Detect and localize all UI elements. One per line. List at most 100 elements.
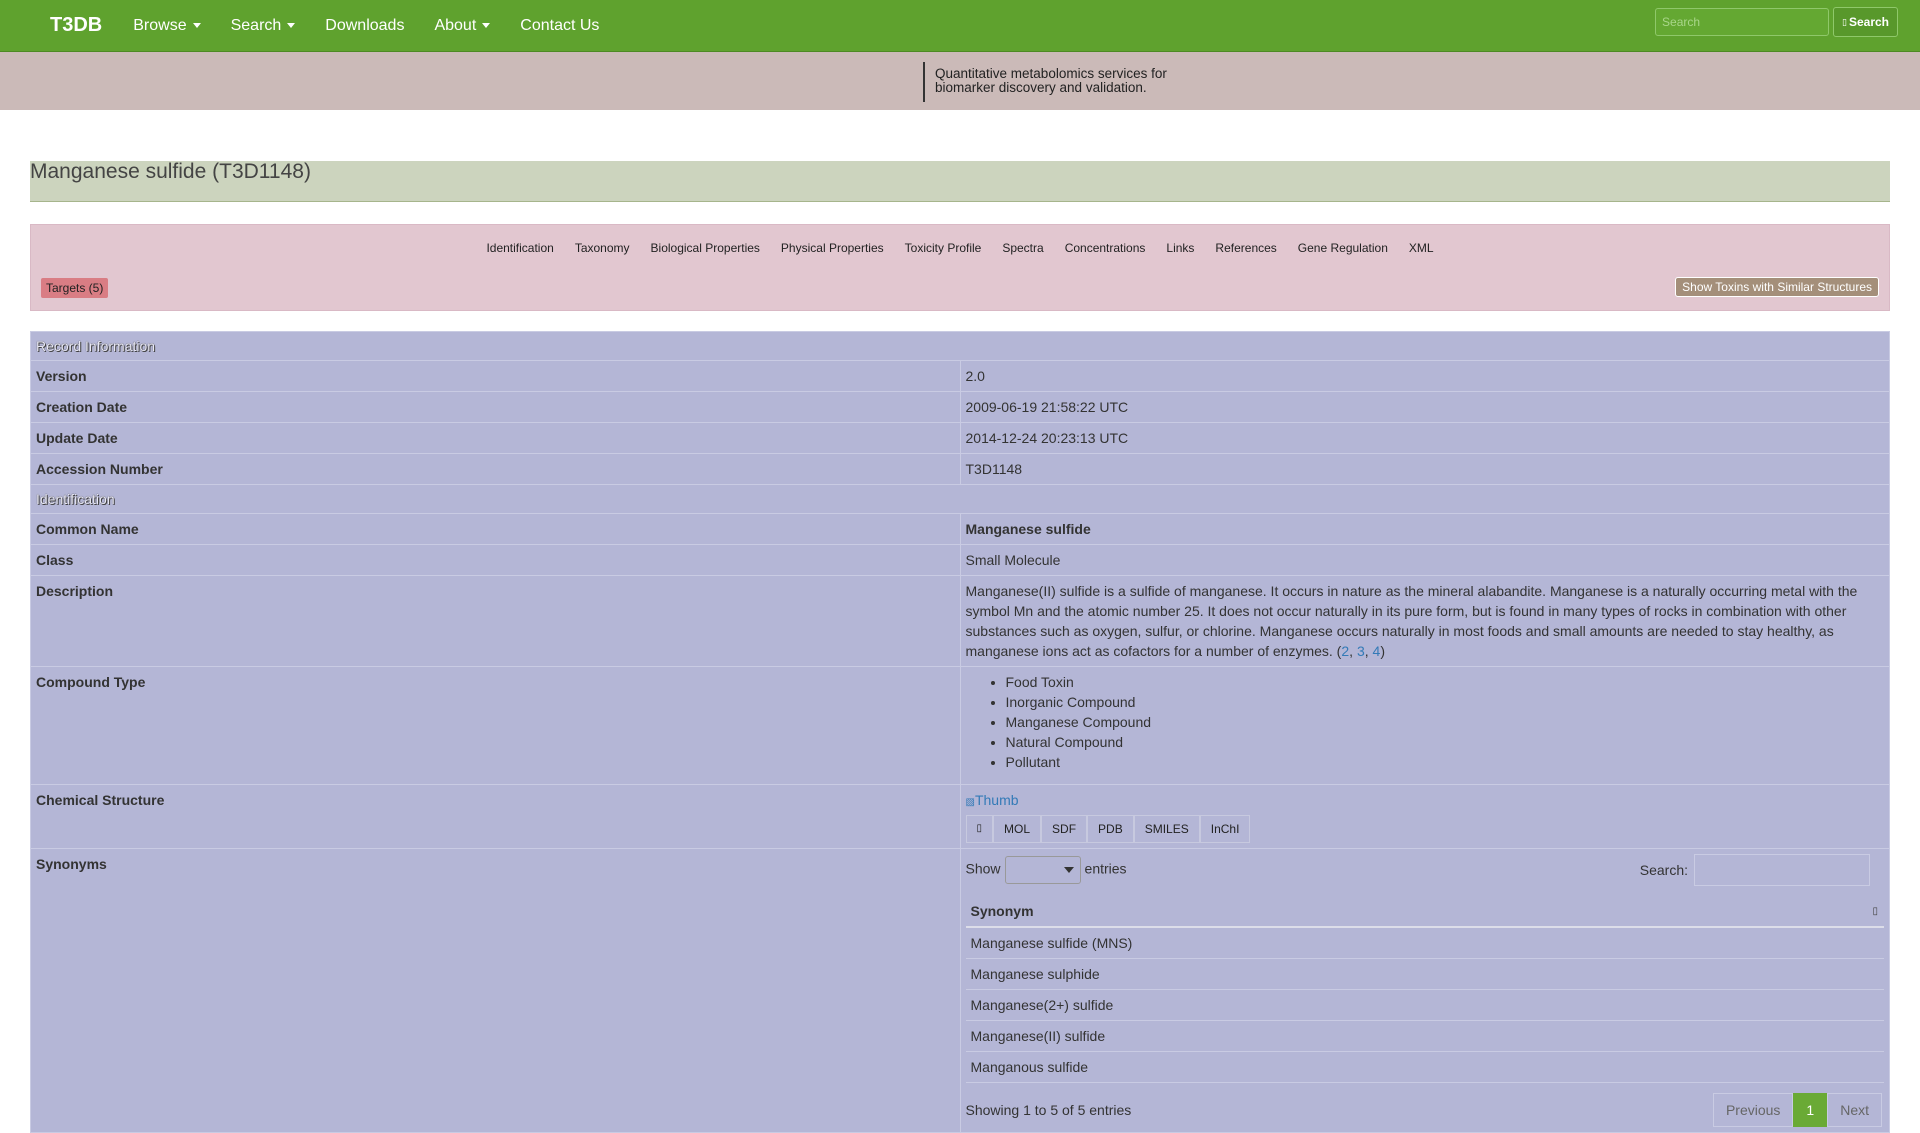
structure-thumbnail[interactable]: ▧Thumb <box>966 792 1019 808</box>
list-item: Manganese Compound <box>1006 712 1885 732</box>
table-row: Compound Type Food Toxin Inorganic Compo… <box>30 666 1890 785</box>
list-item: Pollutant <box>1006 752 1885 772</box>
synonym-cell: Manganese sulfide (MNS) <box>965 927 1884 959</box>
compound-type-list: Food Toxin Inorganic Compound Manganese … <box>966 672 1885 772</box>
nav-browse-label: Browse <box>133 16 187 34</box>
section-heading: Record Information <box>30 331 1890 361</box>
field-label: Update Date <box>30 422 961 454</box>
field-value: 2014-12-24 20:23:13 UTC <box>959 422 1890 454</box>
field-value: ▧Thumb ▯ MOL SDF PDB SMILES InChI <box>959 784 1890 849</box>
table-row: Manganese(2+) sulfide <box>965 989 1884 1021</box>
list-item: Inorganic Compound <box>1006 692 1885 712</box>
tab-biological-properties[interactable]: Biological Properties <box>640 241 770 255</box>
field-value: 2009-06-19 21:58:22 UTC <box>959 391 1890 423</box>
field-label: Description <box>30 575 961 667</box>
table-row: Manganese sulphide <box>965 958 1884 990</box>
content-wrapper: Manganese sulfide (T3D1148) Identificati… <box>30 161 1890 1133</box>
datatable-controls: Show entries Search: <box>966 854 1885 886</box>
field-label: Creation Date <box>30 391 961 423</box>
nav-contact-label: Contact Us <box>520 16 600 34</box>
nav-contact[interactable]: Contact Us <box>505 0 614 51</box>
field-value: 2.0 <box>959 360 1890 392</box>
table-search-input[interactable] <box>1694 854 1870 886</box>
field-label: Accession Number <box>30 453 961 485</box>
caret-down-icon <box>192 23 201 28</box>
tab-taxonomy[interactable]: Taxonomy <box>564 241 640 255</box>
table-row: Chemical Structure ▧Thumb ▯ MOL SDF PDB … <box>30 784 1890 849</box>
ref-link[interactable]: 3 <box>1357 643 1365 659</box>
caret-down-icon <box>287 23 296 28</box>
field-label: Class <box>30 544 961 576</box>
sdf-button[interactable]: SDF <box>1041 815 1088 843</box>
navbar-search-form: ▯Search <box>1655 7 1898 37</box>
tab-references[interactable]: References <box>1205 241 1287 255</box>
tab-concentrations[interactable]: Concentrations <box>1054 241 1156 255</box>
inchi-button[interactable]: InChI <box>1199 815 1251 843</box>
previous-page-button[interactable]: Previous <box>1712 1093 1794 1127</box>
synonym-cell: Manganese(II) sulfide <box>965 1020 1884 1052</box>
description-close: ) <box>1380 643 1385 659</box>
table-row: Manganese sulfide (MNS) <box>965 927 1884 959</box>
table-header-row: Synonym ▯ <box>965 896 1884 928</box>
table-row: Description Manganese(II) sulfide is a s… <box>30 575 1890 667</box>
field-value: Small Molecule <box>959 544 1890 576</box>
targets-button[interactable]: Targets (5) <box>41 278 109 298</box>
tab-links[interactable]: Links <box>1156 241 1205 255</box>
ref-link[interactable]: 2 <box>1341 643 1349 659</box>
section-row-identification: Identification <box>30 484 1890 514</box>
section-tabs: Identification Taxonomy Biological Prope… <box>31 241 1889 255</box>
smiles-button[interactable]: SMILES <box>1133 815 1200 843</box>
nav-downloads[interactable]: Downloads <box>310 0 419 51</box>
tab-xml[interactable]: XML <box>1398 241 1444 255</box>
next-page-button[interactable]: Next <box>1827 1093 1882 1127</box>
table-row: Manganese(II) sulfide <box>965 1020 1884 1052</box>
download-icon[interactable]: ▯ <box>965 815 994 843</box>
nav-downloads-label: Downloads <box>325 16 405 34</box>
tab-identification[interactable]: Identification <box>476 241 564 255</box>
description-text: Manganese(II) sulfide is a sulfide of ma… <box>965 583 1858 659</box>
field-label: Common Name <box>30 513 961 545</box>
entries-length-control: Show entries <box>966 856 1127 884</box>
pdb-button[interactable]: PDB <box>1087 815 1134 843</box>
tab-toxicity-profile[interactable]: Toxicity Profile <box>894 241 992 255</box>
nav-about[interactable]: About <box>419 0 505 51</box>
page-title: Manganese sulfide (T3D1148) <box>30 160 311 183</box>
nav-about-label: About <box>434 16 477 34</box>
similar-structures-button[interactable]: Show Toxins with Similar Structures <box>1675 277 1879 297</box>
pagination: Previous 1 Next <box>1712 1093 1882 1127</box>
tab-physical-properties[interactable]: Physical Properties <box>770 241 894 255</box>
synonyms-table: Synonym ▯ Manganese sulfide (MNS) Mangane… <box>965 896 1884 1083</box>
synonyms-cell: Show entries Search: Synonym ▯ Manganese s… <box>959 848 1890 1133</box>
banner-line-1: Quantitative metabolomics services for <box>935 66 1167 81</box>
tab-spectra[interactable]: Spectra <box>992 241 1054 255</box>
table-row: Class Small Molecule <box>30 544 1890 576</box>
search-label: Search: <box>1639 862 1688 878</box>
description-value: Manganese(II) sulfide is a sulfide of ma… <box>959 575 1890 667</box>
search-icon: ▯ <box>1842 16 1847 27</box>
section-nav: Identification Taxonomy Biological Prope… <box>30 224 1890 311</box>
page-1-button[interactable]: 1 <box>1793 1093 1828 1127</box>
top-navbar: T3DB Browse Search Downloads About Conta… <box>0 0 1920 52</box>
banner-divider <box>923 62 925 102</box>
tab-gene-regulation[interactable]: Gene Regulation <box>1287 241 1398 255</box>
field-label: Synonyms <box>30 848 961 1133</box>
page-header: Manganese sulfide (T3D1148) <box>30 161 1890 202</box>
column-header-label: Synonym <box>970 903 1034 919</box>
mol-button[interactable]: MOL <box>993 815 1042 843</box>
sort-icon: ▯ <box>1872 906 1878 917</box>
thumb-alt-text: Thumb <box>974 792 1019 808</box>
navbar-search-input[interactable] <box>1655 8 1830 36</box>
field-value: Food Toxin Inorganic Compound Manganese … <box>959 666 1890 785</box>
synonym-column-header[interactable]: Synonym ▯ <box>965 896 1884 928</box>
ad-banner[interactable]: Quantitative metabolomics services for b… <box>0 52 1920 110</box>
nav-search[interactable]: Search <box>216 0 311 51</box>
table-info: Showing 1 to 5 of 5 entries <box>965 1102 1132 1118</box>
table-search-control: Search: <box>1640 854 1884 886</box>
nav-browse[interactable]: Browse <box>118 0 215 51</box>
table-row: Accession Number T3D1148 <box>30 453 1890 485</box>
common-name: Manganese sulfide <box>965 521 1091 537</box>
entries-select[interactable] <box>1004 856 1081 884</box>
table-row: Creation Date 2009-06-19 21:58:22 UTC <box>30 391 1890 423</box>
brand-logo[interactable]: T3DB <box>50 14 102 37</box>
navbar-search-button[interactable]: ▯ Search <box>1833 7 1898 37</box>
